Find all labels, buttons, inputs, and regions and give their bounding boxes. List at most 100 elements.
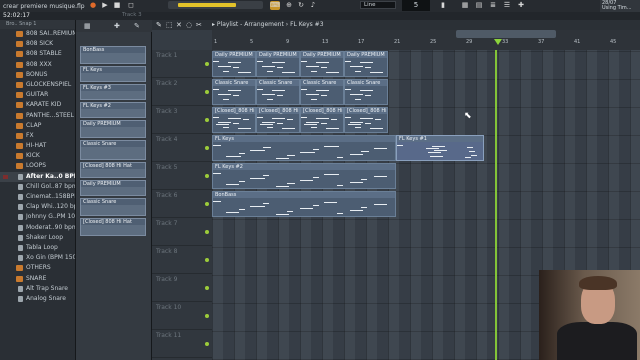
- track-enable-icon[interactable]: [205, 314, 209, 318]
- timeline-ruler[interactable]: 1 5 9 13 17 21 25 29 33 37 41 45: [212, 30, 640, 50]
- browser-file[interactable]: Moderat..90 bpm): [0, 223, 75, 233]
- playlist-clip[interactable]: Classic Snare: [212, 79, 256, 105]
- browser-file[interactable]: Shaker Loop: [0, 233, 75, 243]
- browser-folder[interactable]: GUITAR: [0, 90, 75, 100]
- browser-folder[interactable]: KARATE KID: [0, 100, 75, 110]
- play-icon[interactable]: ▶: [100, 1, 110, 10]
- pattern-item[interactable]: Daily PREMIUM: [80, 120, 146, 138]
- track-enable-icon[interactable]: [205, 258, 209, 262]
- track-header[interactable]: Track 11: [152, 330, 212, 358]
- browser-folder[interactable]: HI-HAT: [0, 141, 75, 151]
- playlist-clip[interactable]: [Closed]_808 Hi Hat: [300, 107, 344, 133]
- metronome-icon[interactable]: ♪: [308, 1, 318, 10]
- browser-folder[interactable]: PANTHE...STEEL: [0, 111, 75, 121]
- browser-file[interactable]: After Ka..0 BPM): [0, 171, 75, 182]
- delete-tool-icon[interactable]: ✕: [176, 21, 182, 29]
- track-header[interactable]: Track 9: [152, 274, 212, 302]
- browser-file[interactable]: Chill Gol..87 bpm): [0, 182, 75, 192]
- grid-icon[interactable]: ▦: [84, 22, 91, 30]
- playlist-clip[interactable]: FL Keys: [212, 135, 396, 161]
- track-enable-icon[interactable]: [205, 90, 209, 94]
- browser-file[interactable]: Xo Gin (BPM 150): [0, 253, 75, 263]
- browser-icon[interactable]: ☰: [502, 1, 512, 10]
- playlist-clip[interactable]: [Closed]_808 Hi Hat: [212, 107, 256, 133]
- snap-icon[interactable]: ⊕: [284, 1, 294, 10]
- horizontal-scrollbar[interactable]: [456, 30, 556, 38]
- pattern-item[interactable]: [Closed] 808 Hi Hat: [80, 162, 146, 178]
- track-enable-icon[interactable]: [205, 342, 209, 346]
- browser-folder[interactable]: OTHERS: [0, 263, 75, 273]
- track-header[interactable]: Track 2: [152, 78, 212, 106]
- mute-tool-icon[interactable]: ◌: [186, 21, 192, 29]
- browser-folder[interactable]: FX: [0, 131, 75, 141]
- browser-folder[interactable]: 808 SICK: [0, 39, 75, 49]
- browser-folder[interactable]: 808 STABLE: [0, 49, 75, 59]
- pattern-item[interactable]: Classic Snare: [80, 198, 146, 216]
- track-header[interactable]: Track 6: [152, 190, 212, 218]
- pattern-item[interactable]: Daily PREMIUM: [80, 180, 146, 196]
- paint-tool-icon[interactable]: ⬚: [166, 21, 173, 29]
- slice-tool-icon[interactable]: ✂: [196, 21, 202, 29]
- step-counter[interactable]: 5: [402, 0, 430, 11]
- track-enable-icon[interactable]: [205, 286, 209, 290]
- typing-keyboard-icon[interactable]: ⌨: [270, 1, 280, 10]
- track-header[interactable]: Track 1: [152, 50, 212, 78]
- playlist-clip[interactable]: Classic Snare: [300, 79, 344, 105]
- track-enable-icon[interactable]: [205, 230, 209, 234]
- news-panel[interactable]: 28/07 Using Tim...: [600, 0, 640, 12]
- browser-file[interactable]: Tabla Loop: [0, 243, 75, 253]
- browser-folder[interactable]: BONUS: [0, 70, 75, 80]
- track-header[interactable]: Track 5: [152, 162, 212, 190]
- browser-folder[interactable]: LOOPS: [0, 161, 75, 171]
- pattern-item[interactable]: Classic Snare: [80, 140, 146, 160]
- playhead[interactable]: [495, 50, 497, 360]
- mixer-icon[interactable]: ≣: [488, 1, 498, 10]
- track-enable-icon[interactable]: [205, 118, 209, 122]
- browser-file[interactable]: Analog Snare: [0, 294, 75, 304]
- pattern-item[interactable]: BonBass: [80, 46, 146, 64]
- stop-icon[interactable]: ■: [112, 1, 122, 10]
- playlist-clip[interactable]: Daily PREMIUM: [300, 51, 344, 77]
- snap-mode-select[interactable]: Line: [360, 1, 396, 9]
- track-header[interactable]: Track 10: [152, 302, 212, 330]
- playlist-clip[interactable]: [Closed]_808 Hi Hat: [256, 107, 300, 133]
- playlist-clip[interactable]: Daily PREMIUM: [212, 51, 256, 77]
- playlist-clip[interactable]: Classic Snare: [256, 79, 300, 105]
- browser-folder[interactable]: CLAP: [0, 121, 75, 131]
- track-header[interactable]: Track 7: [152, 218, 212, 246]
- record-icon[interactable]: ●: [88, 1, 98, 10]
- playlist-clip[interactable]: Daily PREMIUM: [256, 51, 300, 77]
- browser-folder[interactable]: KICK: [0, 151, 75, 161]
- browser-folder[interactable]: 808 SAI..REMIUM: [0, 29, 75, 39]
- browser-file[interactable]: Johnny G..PM 100): [0, 212, 75, 222]
- browser-folder[interactable]: SNARE: [0, 274, 75, 284]
- draw-tool-icon[interactable]: ✎: [156, 21, 162, 29]
- playlist-clip[interactable]: [Closed]_808 Hi Hat: [344, 107, 388, 133]
- browser-file[interactable]: Clap Whi..120 bpm: [0, 202, 75, 212]
- playlist-clip[interactable]: FL Keys #2: [212, 163, 396, 189]
- playlist-clip[interactable]: Classic Snare: [344, 79, 388, 105]
- track-enable-icon[interactable]: [205, 62, 209, 66]
- pattern-item[interactable]: FL Keys #2: [80, 102, 146, 118]
- piano-roll-icon[interactable]: ▤: [474, 1, 484, 10]
- plugin-picker-icon[interactable]: ✚: [516, 1, 526, 10]
- track-enable-icon[interactable]: [205, 174, 209, 178]
- track-header[interactable]: Track 3: [152, 106, 212, 134]
- loop-icon[interactable]: ↻: [296, 1, 306, 10]
- track-enable-icon[interactable]: [205, 202, 209, 206]
- pencil-icon[interactable]: ✎: [134, 22, 140, 30]
- track-header[interactable]: Track 4: [152, 134, 212, 162]
- pattern-item[interactable]: FL Keys #3: [80, 84, 146, 100]
- channel-rack-icon[interactable]: ▦: [460, 1, 470, 10]
- pattern-item[interactable]: FL Keys: [80, 66, 146, 82]
- browser-folder[interactable]: GLOCKENSPIEL: [0, 80, 75, 90]
- playlist-clip[interactable]: BonBass: [212, 191, 396, 217]
- playlist-clip[interactable]: Daily PREMIUM: [344, 51, 388, 77]
- playlist-clip[interactable]: FL Keys #1: [396, 135, 484, 161]
- track-enable-icon[interactable]: [205, 146, 209, 150]
- browser-file[interactable]: Alt Trap Snare: [0, 284, 75, 294]
- track-header[interactable]: Track 8: [152, 246, 212, 274]
- pattern-item[interactable]: [Closed] 808 Hi Hat: [80, 218, 146, 236]
- playhead-marker-icon[interactable]: [494, 39, 502, 45]
- add-icon[interactable]: ✚: [114, 22, 120, 30]
